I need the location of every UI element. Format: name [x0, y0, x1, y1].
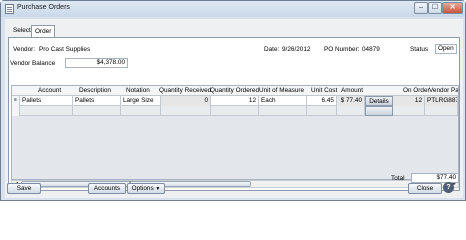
vendor-value: Pro Cast Supplies [39, 46, 91, 53]
total-label: Total [391, 175, 405, 182]
close-window-button[interactable]: ✕ [442, 2, 463, 14]
total-field: $77.40 [411, 173, 459, 183]
new-cell-qty-ordered[interactable] [211, 106, 259, 116]
cell-amount: $ 77.40 [337, 96, 365, 106]
date-label: Date: [264, 46, 280, 53]
cell-qty-received: 0 [161, 96, 211, 106]
chevron-down-icon: ▼ [155, 186, 161, 192]
col-amount[interactable]: Amount [341, 86, 363, 96]
new-row[interactable] [12, 106, 458, 116]
cell-vendor-part: PTLRG887 [425, 96, 458, 106]
options-label: Options [131, 185, 154, 192]
col-account[interactable]: Account [38, 86, 61, 96]
cell-notation[interactable]: Large Size [121, 96, 161, 106]
new-cell-unit-cost[interactable] [307, 106, 337, 116]
cell-account[interactable]: Pallets [20, 96, 73, 106]
date-value: 9/26/2012 [282, 46, 311, 53]
new-cell-account[interactable] [20, 106, 73, 116]
cell-description[interactable]: Pallets [73, 96, 121, 106]
new-details-button[interactable] [365, 106, 393, 116]
cell-unit-of-measure[interactable]: Each [259, 96, 307, 106]
row-selector[interactable] [12, 106, 20, 116]
maximize-button[interactable]: ☐ [428, 2, 442, 14]
vendor-balance-field: $4,378.00 [65, 58, 128, 68]
order-lines-grid: Account Description Notation Quantity Re… [11, 85, 459, 180]
details-button[interactable]: Details [365, 96, 393, 106]
grid-header: Account Description Notation Quantity Re… [12, 86, 458, 96]
close-button[interactable]: Close [408, 183, 442, 194]
col-qty-ordered[interactable]: Quantity Ordered [210, 86, 259, 96]
cell-on-order: 12 [393, 96, 425, 106]
order-tab-panel: Vendor: Pro Cast Supplies Date: 9/26/201… [8, 37, 460, 191]
new-cell-notation[interactable] [121, 106, 161, 116]
new-cell-vendor-part [425, 106, 458, 116]
options-button[interactable]: Options ▼ [127, 183, 165, 194]
title-bar[interactable]: Purchase Orders – ☐ ✕ [1, 1, 465, 17]
window-title: Purchase Orders [17, 4, 70, 11]
new-cell-on-order [393, 106, 425, 116]
col-notation[interactable]: Notation [126, 86, 150, 96]
col-unit-of-measure[interactable]: Unit of Measure [259, 86, 304, 96]
purchase-orders-window: Purchase Orders – ☐ ✕ Select Order Vendo… [0, 0, 466, 201]
col-on-order[interactable]: On Order [403, 86, 430, 96]
minimize-button[interactable]: – [414, 2, 428, 14]
client-area: Select Order Vendor: Pro Cast Supplies D… [5, 19, 463, 198]
po-number-value: 04879 [362, 46, 380, 53]
new-cell-uom[interactable] [259, 106, 307, 116]
cell-qty-ordered[interactable]: 12 [211, 96, 259, 106]
vendor-balance-label: Vendor Balance [10, 60, 56, 67]
table-row[interactable]: ≡ Pallets Pallets Large Size 0 12 Each 6… [12, 96, 458, 106]
col-description[interactable]: Description [79, 86, 111, 96]
new-cell-description[interactable] [73, 106, 121, 116]
po-number-label: PO Number: [324, 46, 360, 53]
vendor-label: Vendor: [13, 46, 36, 53]
col-vendor-part[interactable]: Vendor Part # [429, 86, 458, 96]
help-icon[interactable]: ? [443, 182, 454, 193]
row-selector-icon[interactable]: ≡ [12, 96, 20, 106]
save-button[interactable]: Save [7, 183, 41, 194]
col-qty-received[interactable]: Quantity Received [159, 86, 211, 96]
new-cell-amount [337, 106, 365, 116]
cell-unit-cost[interactable]: 6.45 [307, 96, 337, 106]
status-field: Open [435, 44, 457, 54]
status-label: Status [410, 46, 429, 53]
accounts-button[interactable]: Accounts [88, 183, 126, 194]
col-unit-cost[interactable]: Unit Cost [311, 86, 337, 96]
new-cell-qty-received [161, 106, 211, 116]
document-icon [5, 4, 14, 14]
